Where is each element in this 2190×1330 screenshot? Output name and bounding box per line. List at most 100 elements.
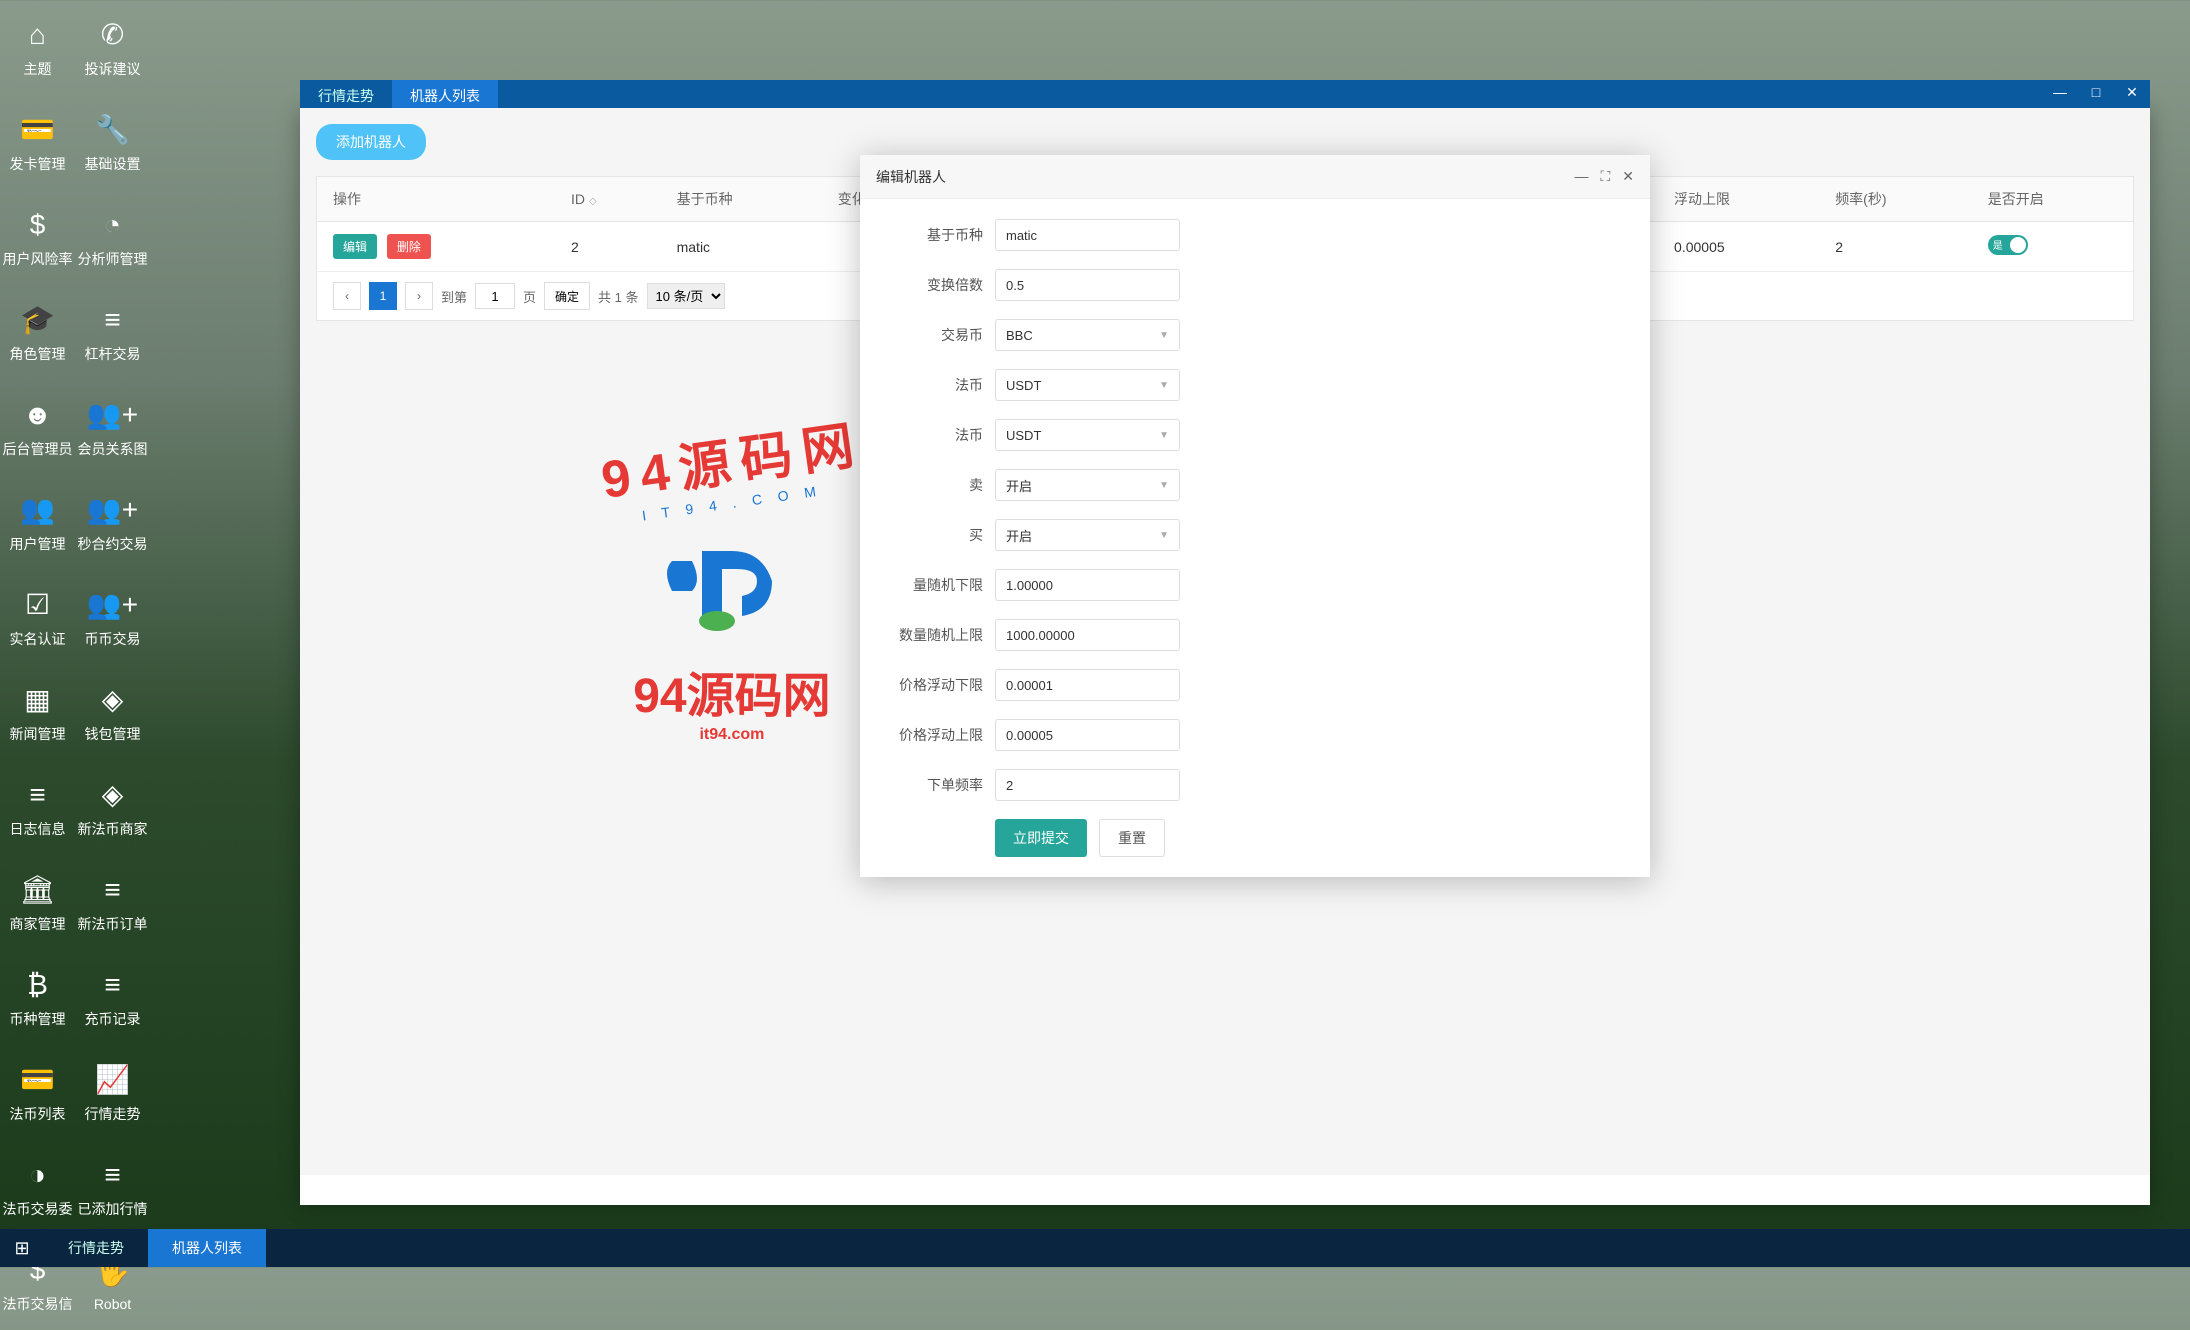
tab-robot-list[interactable]: 机器人列表 <box>392 80 498 108</box>
taskbar-item-market[interactable]: 行情走势 <box>44 1229 148 1267</box>
select-fiat2[interactable]: USDT▼ <box>995 419 1180 451</box>
app-icon: ☻ <box>23 397 52 433</box>
prev-page-button[interactable]: ‹ <box>333 282 361 310</box>
col-float-upper[interactable]: 浮动上限 <box>1658 177 1819 222</box>
taskbar: ⊞ 行情走势 机器人列表 <box>0 1229 2190 1267</box>
desktop-icon-25[interactable]: ≡已添加行情 <box>75 1140 150 1235</box>
desktop-icon-0[interactable]: ⌂主题 <box>0 0 75 95</box>
select-fiat1[interactable]: USDT▼ <box>995 369 1180 401</box>
desktop-sidebar: ⌂主题✆投诉建议💳发卡管理🔧基础设置$用户风险率◔分析师管理🎓角色管理≡杠杆交易… <box>0 0 150 1267</box>
select-buy[interactable]: 开启▼ <box>995 519 1180 551</box>
desktop-icon-3[interactable]: 🔧基础设置 <box>75 95 150 190</box>
col-freq[interactable]: 频率(秒) <box>1819 177 1972 222</box>
input-change-mult[interactable] <box>995 269 1180 301</box>
desktop-icon-5[interactable]: ◔分析师管理 <box>75 190 150 285</box>
maximize-icon[interactable]: □ <box>2078 80 2114 104</box>
app-label: 币种管理 <box>10 1009 66 1029</box>
desktop-icon-17[interactable]: ◈ 新法币商家 <box>75 760 150 855</box>
page-1-button[interactable]: 1 <box>369 282 397 310</box>
input-order-freq[interactable] <box>995 769 1180 801</box>
desktop-icon-8[interactable]: ☻后台管理员 <box>0 380 75 475</box>
app-label: 投诉建议 <box>85 59 141 79</box>
modal-minimize-icon[interactable]: — <box>1574 168 1588 185</box>
edit-robot-modal: 编辑机器人 — ⛶ ✕ 基于币种 变换倍数 交易币BBC▼ 法币USDT▼ 法币… <box>860 155 1650 877</box>
app-label: 发卡管理 <box>10 154 66 174</box>
input-base-coin[interactable] <box>995 219 1180 251</box>
desktop-icon-11[interactable]: 👥+秒合约交易 <box>75 475 150 570</box>
desktop-icon-13[interactable]: 👥+币币交易 <box>75 570 150 665</box>
app-label: 法币交易信 <box>3 1294 73 1314</box>
desktop-icon-16[interactable]: ≡日志信息 <box>0 760 75 855</box>
label-price-high: 价格浮动上限 <box>890 719 995 751</box>
input-qty-high[interactable] <box>995 619 1180 651</box>
desktop-icon-21[interactable]: ≡充币记录 <box>75 950 150 1045</box>
app-label: 新法币订单 <box>78 914 148 934</box>
app-icon: 💳 <box>20 1062 55 1098</box>
input-price-low[interactable] <box>995 669 1180 701</box>
desktop-icon-24[interactable]: ◑法币交易委 <box>0 1140 75 1235</box>
taskbar-item-robot[interactable]: 机器人列表 <box>148 1229 266 1267</box>
app-label: 充币记录 <box>85 1009 141 1029</box>
desktop-icon-18[interactable]: 🏛商家管理 <box>0 855 75 950</box>
desktop-icon-22[interactable]: 💳法币列表 <box>0 1045 75 1140</box>
tab-market-trend[interactable]: 行情走势 <box>300 80 392 108</box>
goto-page-input[interactable] <box>475 283 515 309</box>
per-page-select[interactable]: 10 条/页 <box>647 283 725 309</box>
modal-header: 编辑机器人 — ⛶ ✕ <box>860 155 1650 199</box>
app-icon: ≡ <box>104 302 120 338</box>
desktop-icon-20[interactable]: ₿币种管理 <box>0 950 75 1045</box>
desktop-icon-6[interactable]: 🎓角色管理 <box>0 285 75 380</box>
app-icon: 📈 <box>95 1062 130 1098</box>
desktop-icon-7[interactable]: ≡杠杆交易 <box>75 285 150 380</box>
app-label: 新法币商家 <box>78 819 148 839</box>
select-sell[interactable]: 开启▼ <box>995 469 1180 501</box>
cell-float-upper: 0.00005 <box>1658 222 1819 272</box>
desktop-icon-14[interactable]: ▦新闻管理 <box>0 665 75 760</box>
reset-button[interactable]: 重置 <box>1099 819 1165 857</box>
col-id[interactable]: ID◇ <box>555 177 661 222</box>
cell-freq: 2 <box>1819 222 1972 272</box>
col-enabled[interactable]: 是否开启 <box>1972 177 2133 222</box>
desktop-icon-19[interactable]: ≡新法币订单 <box>75 855 150 950</box>
col-base[interactable]: 基于币种 <box>661 177 822 222</box>
label-fiat2: 法币 <box>890 419 995 451</box>
input-price-high[interactable] <box>995 719 1180 751</box>
goto-confirm-button[interactable]: 确定 <box>544 282 590 310</box>
delete-button[interactable]: 删除 <box>387 234 431 259</box>
app-icon: ⌂ <box>29 17 46 53</box>
app-label: Robot <box>94 1296 131 1312</box>
desktop-icon-9[interactable]: 👥+会员关系图 <box>75 380 150 475</box>
app-label: 分析师管理 <box>78 249 148 269</box>
desktop-icon-23[interactable]: 📈行情走势 <box>75 1045 150 1140</box>
submit-button[interactable]: 立即提交 <box>995 819 1087 857</box>
label-base-coin: 基于币种 <box>890 219 995 251</box>
desktop-icon-4[interactable]: $用户风险率 <box>0 190 75 285</box>
desktop-icon-10[interactable]: 👥用户管理 <box>0 475 75 570</box>
start-button[interactable]: ⊞ <box>0 1229 44 1267</box>
edit-button[interactable]: 编辑 <box>333 234 377 259</box>
app-label: 秒合约交易 <box>78 534 148 554</box>
app-label: 已添加行情 <box>78 1199 148 1219</box>
desktop-icon-2[interactable]: 💳发卡管理 <box>0 95 75 190</box>
modal-maximize-icon[interactable]: ⛶ <box>1600 168 1610 185</box>
next-page-button[interactable]: › <box>405 282 433 310</box>
select-trade-coin[interactable]: BBC▼ <box>995 319 1180 351</box>
modal-close-icon[interactable]: ✕ <box>1622 168 1634 185</box>
minimize-icon[interactable]: — <box>2042 80 2078 104</box>
app-label: 新闻管理 <box>10 724 66 744</box>
app-icon: 👥+ <box>87 397 138 433</box>
app-icon: ☑ <box>25 587 50 623</box>
app-label: 实名认证 <box>10 629 66 649</box>
app-label: 基础设置 <box>85 154 141 174</box>
app-label: 钱包管理 <box>85 724 141 744</box>
add-robot-button[interactable]: 添加机器人 <box>316 124 426 160</box>
desktop-icon-15[interactable]: ◈钱包管理 <box>75 665 150 760</box>
app-label: 币币交易 <box>85 629 141 649</box>
app-icon: ◈ <box>102 777 124 813</box>
close-icon[interactable]: ✕ <box>2114 80 2150 104</box>
desktop-icon-12[interactable]: ☑ 实名认证 <box>0 570 75 665</box>
enable-toggle[interactable]: 是 <box>1988 235 2028 255</box>
input-qty-low[interactable] <box>995 569 1180 601</box>
col-ops[interactable]: 操作 <box>317 177 555 222</box>
desktop-icon-1[interactable]: ✆投诉建议 <box>75 0 150 95</box>
